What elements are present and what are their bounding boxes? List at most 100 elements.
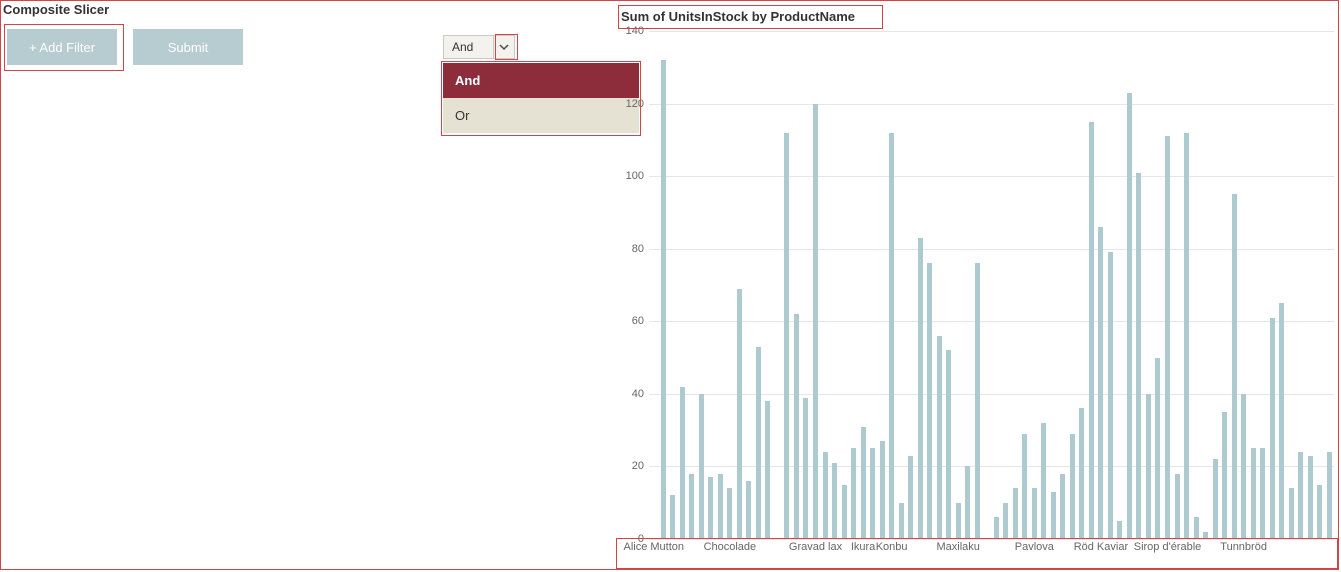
chart-bar[interactable] [689, 474, 694, 539]
chart-bar[interactable] [803, 398, 808, 540]
chart-bar[interactable] [1003, 503, 1008, 539]
chart-bar[interactable] [927, 263, 932, 539]
chart-bar[interactable] [1308, 456, 1313, 539]
operator-dropdown: And Or [443, 63, 639, 133]
chart-bar[interactable] [1327, 452, 1332, 539]
chart-bar[interactable] [1032, 488, 1037, 539]
chart-bar[interactable] [1117, 521, 1122, 539]
chart-bar[interactable] [1194, 517, 1199, 539]
chevron-down-icon [493, 36, 514, 58]
x-tick-label: Röd Kaviar [1074, 541, 1128, 553]
chart-bar[interactable] [670, 495, 675, 539]
chart-bar[interactable] [708, 477, 713, 539]
chart-bar[interactable] [1203, 532, 1208, 539]
chart-bar[interactable] [699, 394, 704, 539]
chart-bar[interactable] [1127, 93, 1132, 539]
y-tick-label: 20 [632, 460, 644, 472]
chart-bar[interactable] [908, 456, 913, 539]
x-tick-label: Pavlova [1015, 541, 1054, 553]
chart-bar[interactable] [1213, 459, 1218, 539]
submit-button[interactable]: Submit [133, 29, 243, 65]
chart-bar[interactable] [1175, 474, 1180, 539]
chart-bar[interactable] [1298, 452, 1303, 539]
chart-bar[interactable] [1136, 173, 1141, 539]
chart-plot [649, 31, 1334, 539]
chart-bar[interactable] [1251, 448, 1256, 539]
chart-bar[interactable] [737, 289, 742, 539]
chart-bar[interactable] [727, 488, 732, 539]
add-filter-button[interactable]: + Add Filter [7, 29, 117, 65]
app-frame: Composite Slicer + Add Filter Submit And… [0, 0, 1339, 570]
chart-bar[interactable] [994, 517, 999, 539]
x-tick-label: Konbu [876, 541, 908, 553]
grid-line [649, 31, 1334, 32]
chart-bar[interactable] [1089, 122, 1094, 539]
slicer-title: Composite Slicer [3, 2, 109, 17]
x-tick-label: Maxilaku [936, 541, 979, 553]
chart-bar[interactable] [794, 314, 799, 539]
chart-bar[interactable] [918, 238, 923, 539]
chart-bar[interactable] [1317, 485, 1322, 539]
y-tick-label: 80 [632, 243, 644, 255]
chart-bar[interactable] [1232, 194, 1237, 539]
chart-bar[interactable] [946, 350, 951, 539]
operator-option-or[interactable]: Or [443, 98, 639, 133]
chart-bar[interactable] [1270, 318, 1275, 539]
y-tick-label: 100 [626, 170, 644, 182]
y-tick-label: 60 [632, 315, 644, 327]
chart-bar[interactable] [756, 347, 761, 539]
chart-bar[interactable] [1241, 394, 1246, 539]
chart-bar[interactable] [880, 441, 885, 539]
x-tick-label: Chocolade [704, 541, 757, 553]
y-tick-label: 120 [626, 98, 644, 110]
chart-bar[interactable] [765, 401, 770, 539]
chart-bar[interactable] [718, 474, 723, 539]
chart-bar[interactable] [1079, 408, 1084, 539]
chart-bar[interactable] [1108, 252, 1113, 539]
chart-bar[interactable] [1041, 423, 1046, 539]
chart-bar[interactable] [1051, 492, 1056, 539]
grid-line [649, 539, 1334, 540]
chart-bar[interactable] [956, 503, 961, 539]
chart-bar[interactable] [1289, 488, 1294, 539]
chart-bar[interactable] [1070, 434, 1075, 539]
chart-bar[interactable] [1279, 303, 1284, 539]
chart-title: Sum of UnitsInStock by ProductName [621, 9, 855, 24]
chart-bar[interactable] [842, 485, 847, 539]
chart-bar[interactable] [1184, 133, 1189, 539]
chart-bar[interactable] [832, 463, 837, 539]
chart-bar[interactable] [851, 448, 856, 539]
chart-bar[interactable] [1060, 474, 1065, 539]
chart-bar[interactable] [813, 104, 818, 539]
chart-bar[interactable] [975, 263, 980, 539]
chart-bar[interactable] [899, 503, 904, 539]
chart-bar[interactable] [1146, 394, 1151, 539]
chart-bar[interactable] [1222, 412, 1227, 539]
x-tick-label: Sirop d'érable [1134, 541, 1202, 553]
chart-bar[interactable] [870, 448, 875, 539]
chart-bar[interactable] [889, 133, 894, 539]
chart-bar[interactable] [1013, 488, 1018, 539]
operator-select[interactable]: And [443, 35, 515, 59]
chart-bar[interactable] [1155, 358, 1160, 539]
chart-bar[interactable] [937, 336, 942, 539]
chart-bar[interactable] [784, 133, 789, 539]
chart-bar[interactable] [965, 466, 970, 539]
grid-line [649, 104, 1334, 105]
x-tick-label: Tunnbröd [1220, 541, 1267, 553]
chart-bar[interactable] [1165, 136, 1170, 539]
y-tick-label: 40 [632, 388, 644, 400]
chart-bar[interactable] [680, 387, 685, 539]
chart-bar[interactable] [1260, 448, 1265, 539]
y-tick-label: 140 [626, 25, 644, 37]
grid-line [649, 176, 1334, 177]
chart-bar[interactable] [1022, 434, 1027, 539]
chart-bar[interactable] [661, 60, 666, 539]
x-tick-label: Gravad lax [789, 541, 842, 553]
operator-option-and[interactable]: And [443, 63, 639, 98]
chart-bar[interactable] [1098, 227, 1103, 539]
chart-bar[interactable] [861, 427, 866, 539]
chart-bar[interactable] [823, 452, 828, 539]
chart-area: 020406080100120140Alice MuttonChocoladeG… [619, 31, 1334, 539]
chart-bar[interactable] [746, 481, 751, 539]
